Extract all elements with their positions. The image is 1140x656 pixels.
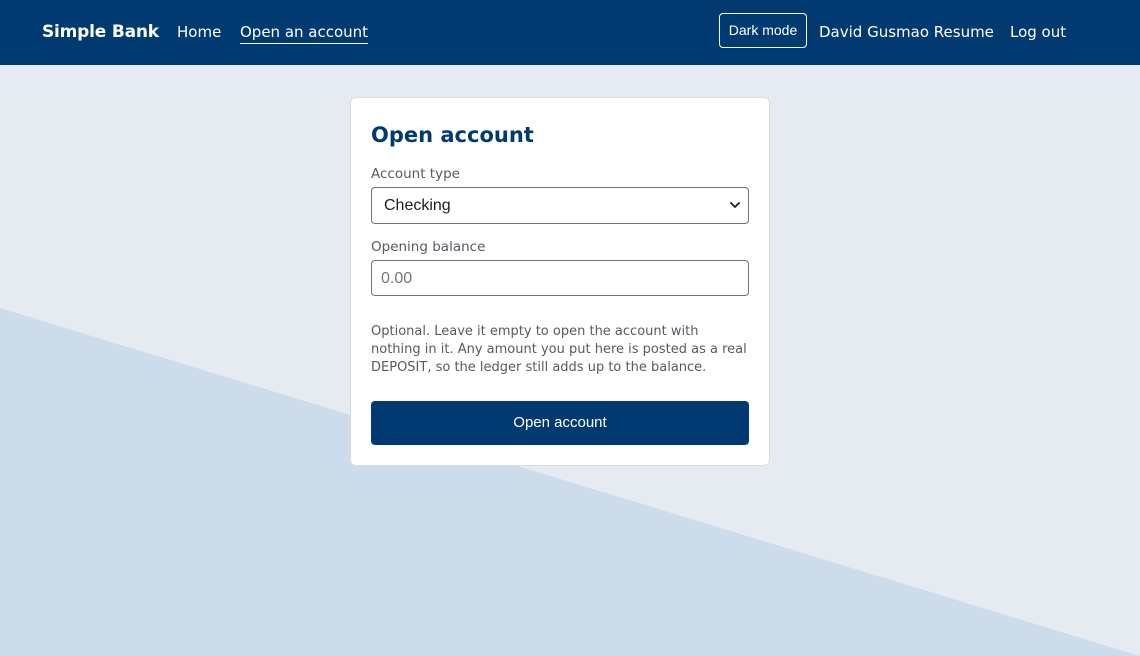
account-type-select[interactable]: Checking (371, 187, 749, 224)
opening-balance-help-text: Optional. Leave it empty to open the acc… (371, 324, 747, 375)
opening-balance-input[interactable]: 0.00 (371, 260, 749, 296)
brand-logo-text[interactable]: Simple Bank (42, 21, 159, 43)
dark-mode-button[interactable]: Dark mode (719, 13, 807, 48)
nav-link-logout[interactable]: Log out (1010, 22, 1066, 42)
top-navbar: Simple Bank Home Open an account Dark mo… (0, 0, 1140, 65)
account-type-selected-value: Checking (384, 197, 451, 214)
opening-balance-placeholder: 0.00 (381, 270, 413, 287)
chevron-down-icon (730, 202, 740, 208)
nav-link-home[interactable]: Home (177, 22, 221, 42)
opening-balance-label: Opening balance (371, 239, 486, 255)
open-account-submit-button[interactable]: Open account (371, 401, 749, 445)
nav-link-open-account[interactable]: Open an account (240, 22, 369, 44)
nav-link-resume[interactable]: David Gusmao Resume (819, 22, 994, 42)
page-title: Open account (371, 123, 534, 147)
account-type-label: Account type (371, 166, 460, 182)
open-account-card: Open account Account type Checking Openi… (350, 97, 770, 466)
